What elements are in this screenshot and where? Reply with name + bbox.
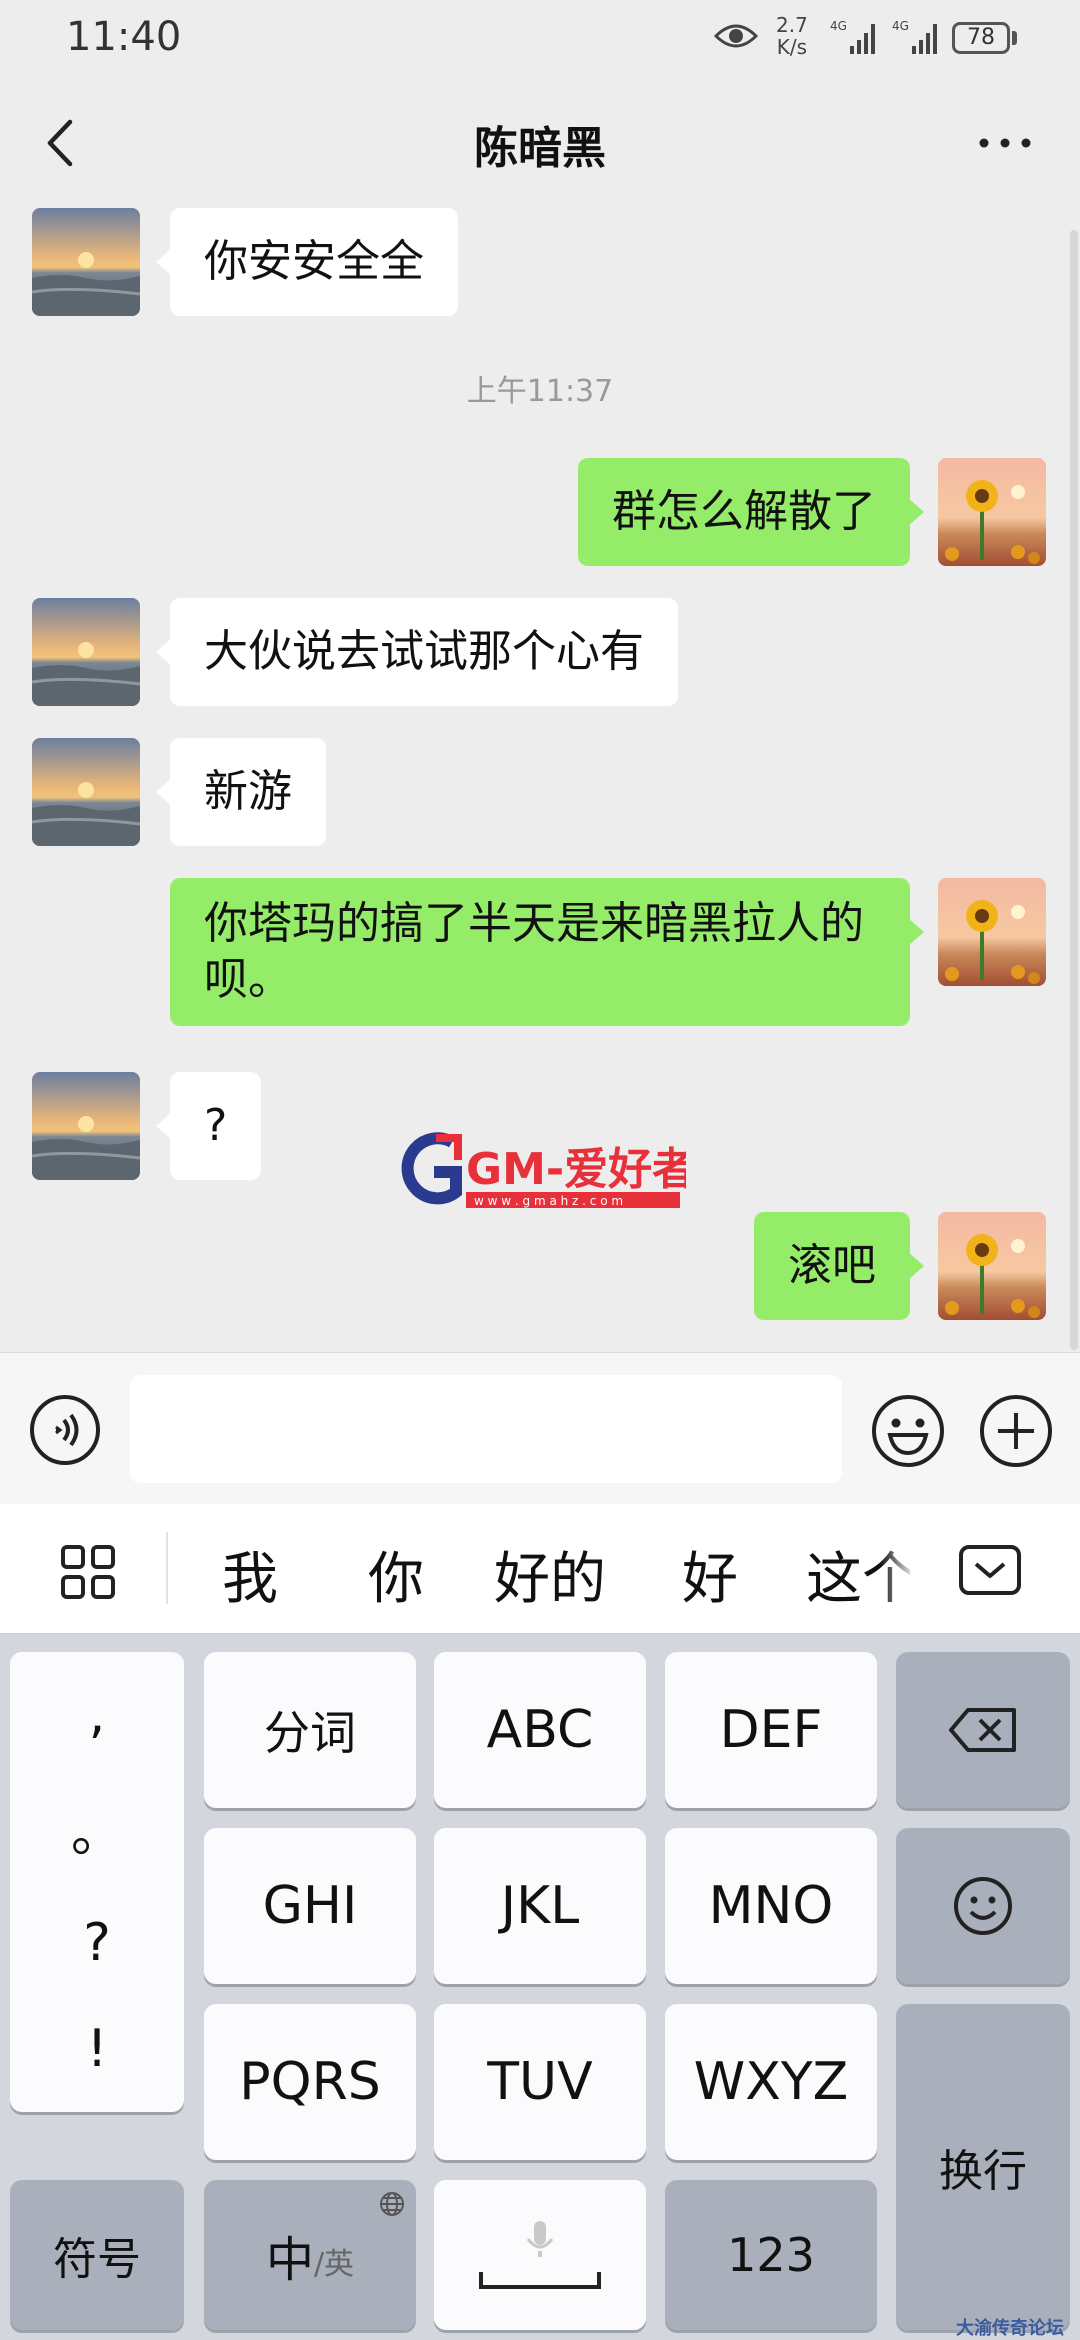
globe-icon	[380, 2192, 404, 2216]
emoji-icon[interactable]	[870, 1393, 946, 1469]
network-speed-unit: K/s	[776, 35, 808, 59]
language-switch-key[interactable]: 中/英	[204, 2180, 416, 2330]
clock: 11:40	[66, 14, 182, 60]
battery-tip	[1012, 31, 1017, 45]
message-bubble-incoming[interactable]: 你安安全全	[156, 208, 458, 316]
network-speed: 2.7 K/s	[776, 14, 808, 58]
punctuation-period[interactable]: 。	[71, 1791, 123, 1866]
symbols-key[interactable]: 符号	[10, 2180, 184, 2330]
voice-input-icon[interactable]	[28, 1393, 102, 1467]
punctuation-exclamation[interactable]: !	[87, 2019, 108, 2079]
message-bubble-incoming[interactable]: 大伙说去试试那个心有	[156, 598, 678, 706]
user-avatar[interactable]	[938, 458, 1046, 566]
message-input[interactable]	[130, 1375, 842, 1483]
add-attachment-icon[interactable]	[978, 1393, 1054, 1469]
key-pqrs[interactable]: PQRS	[204, 2004, 416, 2160]
smiley-icon	[954, 1877, 1012, 1935]
enter-key[interactable]: 换行	[896, 2004, 1070, 2330]
user-avatar[interactable]	[938, 1212, 1046, 1320]
candidate-word[interactable]: 好的	[494, 1534, 606, 1615]
svg-text:GM-爱好者: GM-爱好者	[466, 1144, 686, 1195]
chat-title: 陈暗黑	[474, 123, 606, 174]
message-bubble-incoming[interactable]: 新游	[156, 738, 326, 846]
contact-avatar[interactable]	[32, 1072, 140, 1180]
space-key[interactable]	[434, 2180, 646, 2330]
contact-avatar[interactable]	[32, 598, 140, 706]
key-wxyz[interactable]: WXYZ	[665, 2004, 877, 2160]
keyboard-menu-grid-icon[interactable]	[60, 1544, 116, 1600]
contact-avatar[interactable]	[32, 208, 140, 316]
message-timestamp: 上午11:37	[466, 374, 614, 409]
watermark-logo: GM-爱好者 w w w . g m a h z . c o m	[401, 1132, 686, 1208]
key-mno[interactable]: MNO	[665, 1828, 877, 1984]
network-speed-value: 2.7	[776, 13, 808, 37]
divider	[166, 1532, 168, 1604]
svg-text:4G: 4G	[830, 19, 847, 33]
key-tuv[interactable]: TUV	[434, 2004, 646, 2160]
signal-4g-icon: 4G	[830, 19, 875, 54]
candidate-word[interactable]: 好	[682, 1534, 738, 1615]
candidate-word[interactable]: 我	[222, 1534, 278, 1615]
key-def[interactable]: DEF	[665, 1652, 877, 1808]
contact-avatar[interactable]	[32, 738, 140, 846]
svg-text:w w w . g m a h z . c o m: w w w . g m a h z . c o m	[474, 1194, 623, 1208]
chat-header: 陈暗黑	[0, 78, 1080, 204]
message-input-bar	[0, 1352, 1080, 1504]
mode-main-label: 中	[265, 2232, 314, 2288]
candidate-word[interactable]: 你	[368, 1534, 424, 1615]
message-bubble-outgoing[interactable]: 你塔玛的搞了半天是来暗黑拉人的呗。	[170, 878, 924, 1026]
punctuation-comma[interactable]: ,	[89, 1685, 106, 1745]
collapse-keyboard-icon[interactable]	[958, 1544, 1022, 1596]
candidate-fade	[880, 1524, 916, 1614]
key-segment[interactable]: 分词	[204, 1652, 416, 1808]
punctuation-key-column[interactable]: , 。 ? !	[10, 1652, 184, 2112]
space-bar-icon	[479, 2272, 601, 2289]
backspace-key[interactable]	[896, 1652, 1070, 1808]
emoji-key[interactable]	[896, 1828, 1070, 1984]
microphone-icon	[526, 2221, 554, 2257]
site-watermark: 大渝传奇论坛	[956, 2318, 1064, 2339]
message-bubble-outgoing[interactable]: 群怎么解散了	[578, 458, 924, 566]
keyboard: , 。 ? ! 分词 ABC DEF GHI JKL MNO PQRS TUV …	[0, 1634, 1080, 2340]
ime-candidate-bar: 我 你 好的 好 这个	[0, 1504, 1080, 1634]
key-ghi[interactable]: GHI	[204, 1828, 416, 1984]
message-bubble-outgoing[interactable]: 滚吧	[754, 1212, 924, 1320]
backspace-icon	[949, 1708, 1016, 1752]
svg-text:4G: 4G	[892, 19, 909, 33]
punctuation-question[interactable]: ?	[83, 1913, 111, 1973]
more-options-icon[interactable]	[970, 116, 1040, 170]
message-bubble-incoming[interactable]: ?	[155, 1072, 262, 1180]
numbers-key[interactable]: 123	[665, 2180, 877, 2330]
mode-sub-label: /英	[313, 2247, 355, 2282]
key-jkl[interactable]: JKL	[434, 1828, 646, 1984]
key-abc[interactable]: ABC	[434, 1652, 646, 1808]
status-bar: 11:40 2.7 K/s 4G 4G 78	[0, 0, 1080, 78]
signal-4g-icon-2: 4G	[892, 19, 937, 54]
eye-icon	[714, 24, 758, 48]
user-avatar[interactable]	[938, 878, 1046, 986]
battery-indicator: 78	[952, 22, 1010, 54]
